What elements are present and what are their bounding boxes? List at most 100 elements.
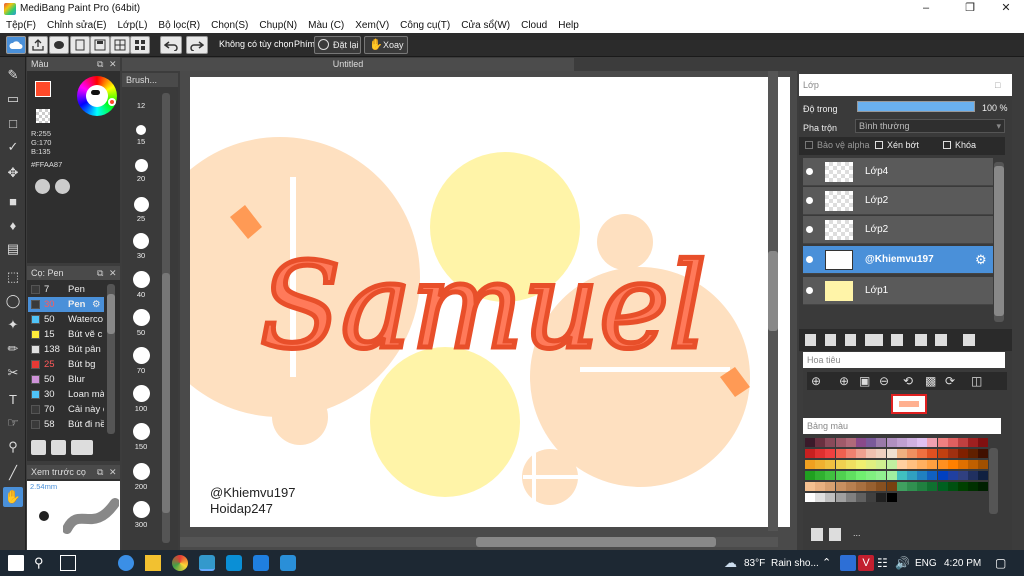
palette-swatch[interactable] [866,493,877,502]
palette-swatch[interactable] [886,449,897,458]
palette-swatch[interactable] [805,438,815,447]
zoom-in-icon[interactable]: ⊕ [811,374,821,388]
palette-swatch[interactable] [886,438,897,447]
palette-swatch[interactable] [937,471,948,480]
palette-swatch[interactable] [835,438,846,447]
weather-icon[interactable]: ☁ [724,555,740,571]
palette-swatch[interactable] [968,449,979,458]
antivirus-icon[interactable]: V [858,555,874,571]
rotate-left-icon[interactable]: ⟲ [903,374,913,388]
palette-swatch[interactable] [876,460,887,469]
clipping-checkbox[interactable] [875,141,883,149]
gradient-tool-icon[interactable]: ▤ [3,239,23,259]
menu-file[interactable]: Tệp(F) [6,20,36,31]
brush-item[interactable]: 25 Bút bg [28,357,104,372]
palette-swatch[interactable] [856,471,866,480]
color-wheel[interactable] [77,76,117,116]
palette-grid[interactable] [805,438,989,528]
add-color-icon[interactable] [811,528,823,541]
size-option[interactable]: 30 [126,233,156,260]
palette-swatch[interactable] [876,471,887,480]
palette-swatch[interactable] [958,438,968,447]
lasso-tool-icon[interactable]: ◯ [3,291,23,311]
minimize-button[interactable]: – [910,0,942,17]
palette-swatch[interactable] [866,471,877,480]
palette-swatch[interactable] [866,438,877,447]
palette-swatch[interactable] [845,438,856,447]
menu-edit[interactable]: Chỉnh sửa(E) [47,20,107,31]
size-option[interactable]: 20 [126,159,156,183]
delete-color-icon[interactable] [829,528,841,541]
size-option[interactable]: 15 [126,125,156,146]
palette-swatch[interactable] [907,471,917,480]
palette-swatch[interactable] [856,460,866,469]
palette-swatch[interactable] [917,471,928,480]
scrollbar-thumb[interactable] [162,273,170,513]
palette-swatch[interactable] [835,482,846,491]
palette-swatch[interactable] [876,438,887,447]
palette-swatch[interactable] [907,460,917,469]
canvas-vertical-scrollbar[interactable] [768,71,778,531]
palette-swatch[interactable] [958,471,968,480]
palette-swatch[interactable] [896,449,907,458]
menu-select[interactable]: Chọn(S) [211,20,248,31]
palette-swatch[interactable] [978,438,989,447]
palette-swatch[interactable] [866,460,877,469]
medibang-icon[interactable] [199,555,215,571]
add-brush-icon[interactable] [31,440,46,455]
size-scrollbar[interactable] [162,93,170,543]
network-icon[interactable]: ☷ [877,556,888,570]
task-view-icon[interactable] [60,555,76,571]
comment-icon[interactable] [49,36,69,54]
palette-swatch[interactable] [825,438,836,447]
palette-swatch[interactable] [968,438,979,447]
select-eraser-icon[interactable]: ✂ [3,363,23,383]
size-option[interactable]: 12 [126,99,156,110]
palette-swatch[interactable] [968,482,979,491]
palette-swatch[interactable] [978,482,989,491]
visibility-icon[interactable] [806,197,813,204]
palette-swatch[interactable] [876,449,887,458]
visibility-icon[interactable] [806,256,813,263]
close-panel-icon[interactable]: □ [995,74,1000,96]
size-option[interactable]: 40 [126,271,156,299]
menu-cloud[interactable]: Cloud [521,20,547,31]
text-tool-icon[interactable]: T [3,389,23,409]
palette-swatch[interactable] [856,438,866,447]
delete-layer-icon[interactable] [963,334,975,346]
palette-swatch[interactable] [876,482,887,491]
palette-swatch[interactable] [805,493,815,502]
layer-scrollbar[interactable] [994,162,1004,322]
size-option[interactable]: 70 [126,347,156,375]
palette-swatch[interactable] [896,482,907,491]
palette-scrollbar[interactable] [989,448,998,514]
line-tool-icon[interactable]: ✓ [3,137,23,157]
palette-swatch[interactable] [978,460,989,469]
palette-swatch[interactable] [968,460,979,469]
layer-row-selected[interactable]: @Khiemvu197 ⚙ [803,246,993,274]
scrollbar-thumb[interactable] [107,294,115,334]
palette-swatch[interactable] [947,460,958,469]
brush-menu-icon[interactable] [71,440,93,455]
palette-swatch[interactable] [815,493,826,502]
palette-swatch[interactable] [866,449,877,458]
document-tab[interactable]: Untitled [122,58,574,71]
palette-swatch[interactable] [845,460,856,469]
close-panel-icon[interactable]: ✕ [109,465,117,479]
brush-item[interactable]: 50 Waterco [28,312,104,327]
palette-swatch[interactable] [958,482,968,491]
undock-icon[interactable]: ⧉ [97,57,103,71]
foreground-color-swatch[interactable] [35,81,51,97]
bucket-tool-icon[interactable]: ♦ [3,215,23,235]
add-layer-menu-icon[interactable] [865,334,883,346]
notifications-icon[interactable]: ▢ [995,556,1006,570]
rotate-view-button[interactable]: ✋ Xoay [364,36,408,54]
rect-fill-tool-icon[interactable]: ■ [3,191,23,211]
palette-swatch[interactable] [815,482,826,491]
palette-swatch[interactable] [937,482,948,491]
close-button[interactable]: ✕ [990,0,1022,17]
brush-settings-icon[interactable]: ⚙ [92,297,101,312]
new-8bit-layer-icon[interactable] [845,334,856,346]
undock-icon[interactable]: ⧉ [97,266,103,280]
undo-button[interactable] [160,36,182,54]
